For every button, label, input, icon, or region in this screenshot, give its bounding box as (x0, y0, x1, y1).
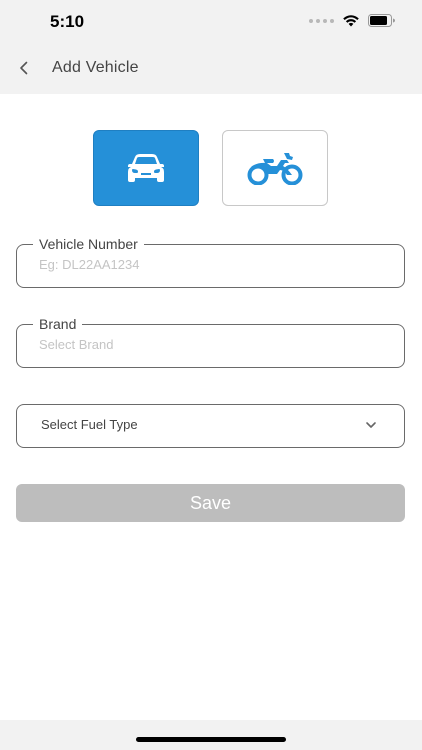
chevron-down-icon (366, 422, 376, 428)
brand-label: Brand (33, 315, 83, 333)
vehicle-number-label: Vehicle Number (33, 235, 144, 253)
chevron-left-icon (20, 61, 28, 75)
back-button[interactable] (12, 56, 36, 80)
status-bar: 5:10 (0, 0, 422, 44)
bottom-bar (0, 720, 422, 750)
status-time: 5:10 (50, 12, 85, 31)
vehicle-number-input[interactable] (39, 257, 379, 272)
motorcycle-icon (247, 153, 303, 185)
car-type-button[interactable] (93, 130, 199, 206)
save-button[interactable]: Save (16, 484, 405, 522)
wifi-icon (343, 15, 359, 27)
car-icon (128, 154, 164, 182)
vehicle-number-field[interactable]: Vehicle Number (16, 235, 405, 288)
bike-type-button[interactable] (222, 130, 328, 206)
signal-dots-icon (309, 18, 334, 23)
status-icons (309, 14, 396, 27)
fuel-type-select[interactable]: Select Fuel Type (16, 404, 405, 448)
fuel-type-label: Select Fuel Type (41, 417, 138, 432)
page-title: Add Vehicle (52, 59, 139, 76)
app-header: Add Vehicle (0, 44, 422, 94)
brand-field[interactable]: Brand (16, 315, 405, 368)
home-indicator (136, 737, 286, 742)
battery-icon (368, 14, 395, 27)
brand-input[interactable] (39, 337, 379, 352)
